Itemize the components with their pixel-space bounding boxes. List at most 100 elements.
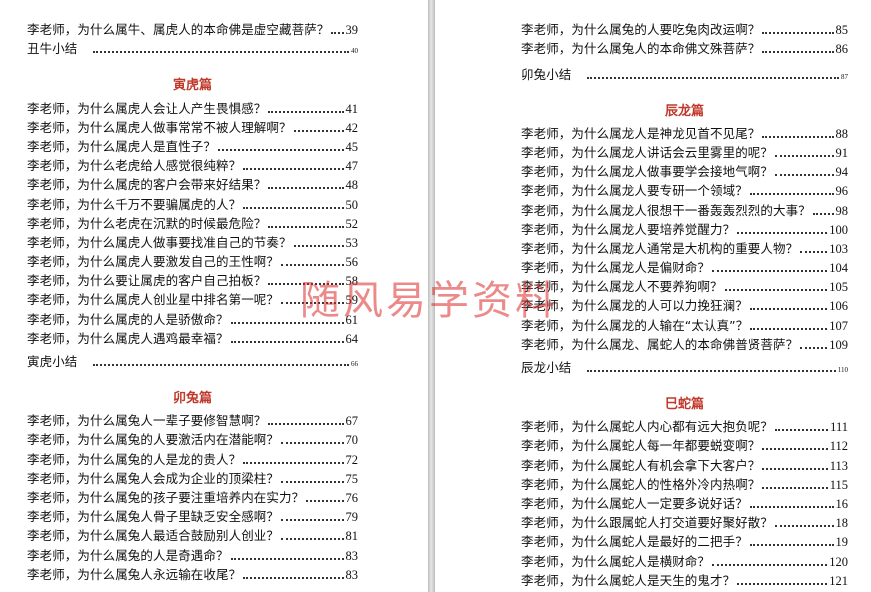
toc-entry-page-number: 85 xyxy=(835,23,849,38)
toc-entry[interactable]: 李老师，为什么属兔人最适合鼓励别人创业？ 81 xyxy=(27,525,358,544)
toc-summary-entry[interactable]: 丑牛小结 40 xyxy=(27,38,358,57)
toc-summary-entry[interactable]: 辰龙小结 110 xyxy=(521,357,848,376)
dot-leader xyxy=(749,505,834,508)
left-toc-column: 李老师，为什么属牛、属虎人的本命佛是虚空藏菩萨？ 39 丑牛小结 40 寅虎篇李老师，为… xyxy=(0,0,428,583)
section-heading: 寅虎篇 xyxy=(172,78,212,94)
toc-entry[interactable]: 李老师，为什么属兔的孩子要注重培养内在实力？ 76 xyxy=(27,487,358,506)
toc-entry[interactable]: 李老师，为什么属虎的客户会带来好结果？ 48 xyxy=(27,174,358,193)
toc-entry[interactable]: 李老师，为什么属虎的人是骄傲命？ 61 xyxy=(27,308,358,327)
toc-entry[interactable]: 李老师，为什么属虎人要激发自己的王性啊？ 56 xyxy=(27,251,358,270)
toc-entry[interactable]: 李老师，为什么跟属蛇人打交道要好聚好散？ 18 xyxy=(521,512,848,531)
toc-entry-page-number: 66 xyxy=(351,360,358,368)
toc-entry[interactable]: 李老师，为什么老虎给人感觉很纯粹？ 47 xyxy=(27,155,358,174)
toc-entry-page-number: 53 xyxy=(345,235,359,250)
toc-entry[interactable]: 李老师，为什么属龙人是偏财命？ 104 xyxy=(521,257,848,276)
toc-entry[interactable]: 李老师，为什么属龙人做事要学会接地气啊？ 94 xyxy=(521,161,848,180)
toc-entry[interactable]: 李老师，为什么属兔人骨子里缺乏安全感啊？ 79 xyxy=(27,506,358,525)
toc-entry[interactable]: 李老师，为什么属龙人不要养狗啊？ 105 xyxy=(521,276,848,295)
toc-entry[interactable]: 李老师，为什么属龙人是神龙见首不见尾？ 88 xyxy=(521,123,848,142)
toc-entry-page-number: 113 xyxy=(829,458,848,473)
toc-summary-entry[interactable]: 卯兔小结 87 xyxy=(521,63,848,82)
toc-entry[interactable]: 李老师，为什么属蛇人一定要多说好话？ 16 xyxy=(521,493,848,512)
toc-entry[interactable]: 李老师，为什么属兔的人是奇遇命？ 83 xyxy=(27,544,358,563)
toc-entry[interactable]: 李老师，为什么属兔的人要激活内在潜能啊？ 70 xyxy=(27,429,358,448)
toc-entry-page-number: 42 xyxy=(345,120,359,135)
section-heading: 卯兔篇 xyxy=(172,391,212,406)
dot-leader xyxy=(306,499,344,502)
toc-entry[interactable]: 李老师，为什么属龙人要专研一个领域？ 96 xyxy=(521,180,848,199)
toc-entry[interactable]: 李老师，为什么属虎人创业星中排名第一呢？ 59 xyxy=(27,289,358,308)
toc-entry[interactable]: 李老师，为什么属龙的人输在“太认真”？ 107 xyxy=(521,314,848,333)
toc-entry[interactable]: 李老师，为什么属兔的人是龙的贵人？ 72 xyxy=(27,448,358,467)
toc-entry[interactable]: 李老师，为什么属龙人通常是大机构的重要人物？ 103 xyxy=(521,238,848,257)
toc-entry[interactable]: 李老师，为什么属虎人做事要找准自己的节奏？ 53 xyxy=(27,232,358,251)
toc-entry-title: 李老师，为什么属虎人要激发自己的王性啊？ xyxy=(27,254,280,270)
dot-leader xyxy=(281,537,344,541)
toc-entry[interactable]: 李老师，为什么属蛇人的性格外冷内热啊？ 115 xyxy=(521,474,848,493)
dot-leader xyxy=(281,518,344,522)
toc-entry[interactable]: 李老师，为什么属虎人是直性子？ 45 xyxy=(27,136,358,155)
toc-entry[interactable]: 李老师，为什么属兔人永远输在收尾？ 83 xyxy=(27,564,358,583)
toc-entry-title: 李老师，为什么属蛇人的性格外冷内热啊？ xyxy=(521,476,761,492)
toc-entry-title: 李老师，为什么属兔人的本命佛文殊菩萨？ xyxy=(521,41,761,57)
toc-entry[interactable]: 李老师，为什么属虎人会让人产生畏惧感？ 41 xyxy=(27,97,358,116)
dot-leader xyxy=(243,576,344,579)
toc-entry-page-number: 19 xyxy=(835,535,849,550)
toc-entry-page-number: 86 xyxy=(835,42,849,57)
toc-entry[interactable]: 李老师，为什么老虎在沉默的时候最危险？ 52 xyxy=(27,213,358,232)
toc-entry[interactable]: 李老师，为什么属虎人做事常常不被人理解啊？ 42 xyxy=(27,117,358,136)
toc-entry-page-number: 79 xyxy=(345,510,359,525)
toc-entry[interactable]: 李老师，为什么属龙人讲话会云里雾里的呢？ 91 xyxy=(521,142,848,161)
dot-leader xyxy=(762,467,828,470)
toc-entry[interactable]: 李老师，为什么属蛇人是最好的二把手？ 19 xyxy=(521,531,848,550)
toc-entry[interactable]: 李老师，为什么属蛇人每一年都要蜕变啊？ 112 xyxy=(521,435,848,454)
page-gutter xyxy=(428,0,435,592)
toc-entry[interactable]: 李老师，为什么属龙人很想干一番轰轰烈烈的大事？ 98 xyxy=(521,199,848,218)
toc-entry-title: 李老师，为什么属兔的人要激活内在潜能啊？ xyxy=(27,432,280,448)
toc-entry-page-number: 107 xyxy=(829,318,848,333)
dot-leader xyxy=(712,269,828,273)
toc-entry[interactable]: 李老师，为什么属蛇人是横财命？ 120 xyxy=(521,550,848,569)
toc-entry[interactable]: 李老师，为什么属蛇人有机会拿下大客户？ 113 xyxy=(521,454,848,473)
toc-entry-title: 李老师，为什么老虎给人感觉很纯粹？ xyxy=(27,158,242,174)
toc-entry[interactable]: 李老师，为什么属兔人一辈子要修智慧啊？ 67 xyxy=(27,410,358,429)
toc-entry[interactable]: 李老师，为什么属龙人要培养觉醒力？ 100 xyxy=(521,219,848,238)
toc-entry-title: 李老师，为什么属蛇人是最好的二把手？ xyxy=(521,534,748,550)
toc-entry[interactable]: 李老师，为什么属兔人会成为企业的顶梁柱？ 75 xyxy=(27,468,358,487)
dot-leader xyxy=(812,212,834,215)
toc-entry-page-number: 50 xyxy=(345,197,359,212)
toc-entry[interactable]: 李老师，为什么属龙的人可以力挽狂澜？ 106 xyxy=(521,295,848,314)
dot-leader xyxy=(749,543,834,547)
toc-entry[interactable]: 李老师，为什么属兔人的本命佛文殊菩萨？ 86 xyxy=(521,38,848,57)
dot-leader xyxy=(762,50,834,54)
toc-entry-page-number: 75 xyxy=(345,471,359,486)
toc-entry-title: 李老师，为什么属虎人遇鸡最幸福？ xyxy=(27,330,229,346)
toc-entry[interactable]: 李老师，为什么属兔的人要吃兔肉改运啊？ 85 xyxy=(521,19,848,38)
toc-entry[interactable]: 李老师，为什么属龙、属蛇人的本命佛普贤菩萨？ 109 xyxy=(521,334,848,353)
dot-leader xyxy=(749,307,828,311)
toc-entry-title: 李老师，为什么属蛇人有机会拿下大客户？ xyxy=(521,457,761,473)
dot-leader xyxy=(293,129,344,132)
toc-entry-page-number: 45 xyxy=(345,139,359,154)
dot-leader xyxy=(281,263,344,267)
toc-entry-page-number: 109 xyxy=(829,337,848,352)
toc-entry[interactable]: 李老师，为什么千万不要骗属虎的人？ 50 xyxy=(27,193,358,212)
dot-leader xyxy=(800,346,828,349)
toc-entry-title: 李老师，为什么属龙的人可以力挽狂澜？ xyxy=(521,298,748,314)
toc-entry-title: 李老师，为什么属虎的人是骄傲命？ xyxy=(27,311,229,327)
toc-entry-page-number: 106 xyxy=(829,299,848,314)
toc-entry-title: 李老师，为什么属蛇人是横财命？ xyxy=(521,553,711,569)
toc-entry[interactable]: 李老师，为什么属虎人遇鸡最幸福？ 64 xyxy=(27,328,358,347)
toc-entry-page-number: 47 xyxy=(345,159,359,174)
toc-summary-entry[interactable]: 寅虎小结 66 xyxy=(27,351,358,370)
toc-entry[interactable]: 李老师，为什么属牛、属虎人的本命佛是虚空藏菩萨？ 39 xyxy=(27,19,358,38)
toc-entry-title: 李老师，为什么要让属虎的客户自己拍板？ xyxy=(27,273,267,289)
toc-entry-title: 李老师，为什么属兔的人要吃兔肉改运啊？ xyxy=(521,22,761,38)
toc-entry[interactable]: 李老师，为什么属蛇人内心都有远大抱负呢？ 111 xyxy=(521,416,848,435)
dot-leader xyxy=(243,206,344,209)
toc-entry-title: 李老师，为什么属龙人不要养狗啊？ xyxy=(521,279,723,295)
toc-entry[interactable]: 李老师，为什么要让属虎的客户自己拍板？ 58 xyxy=(27,270,358,289)
toc-entry-page-number: 70 xyxy=(345,433,359,448)
toc-entry[interactable]: 李老师，为什么属蛇人是天生的鬼才？ 121 xyxy=(521,570,848,589)
toc-entry-page-number: 72 xyxy=(345,452,359,467)
